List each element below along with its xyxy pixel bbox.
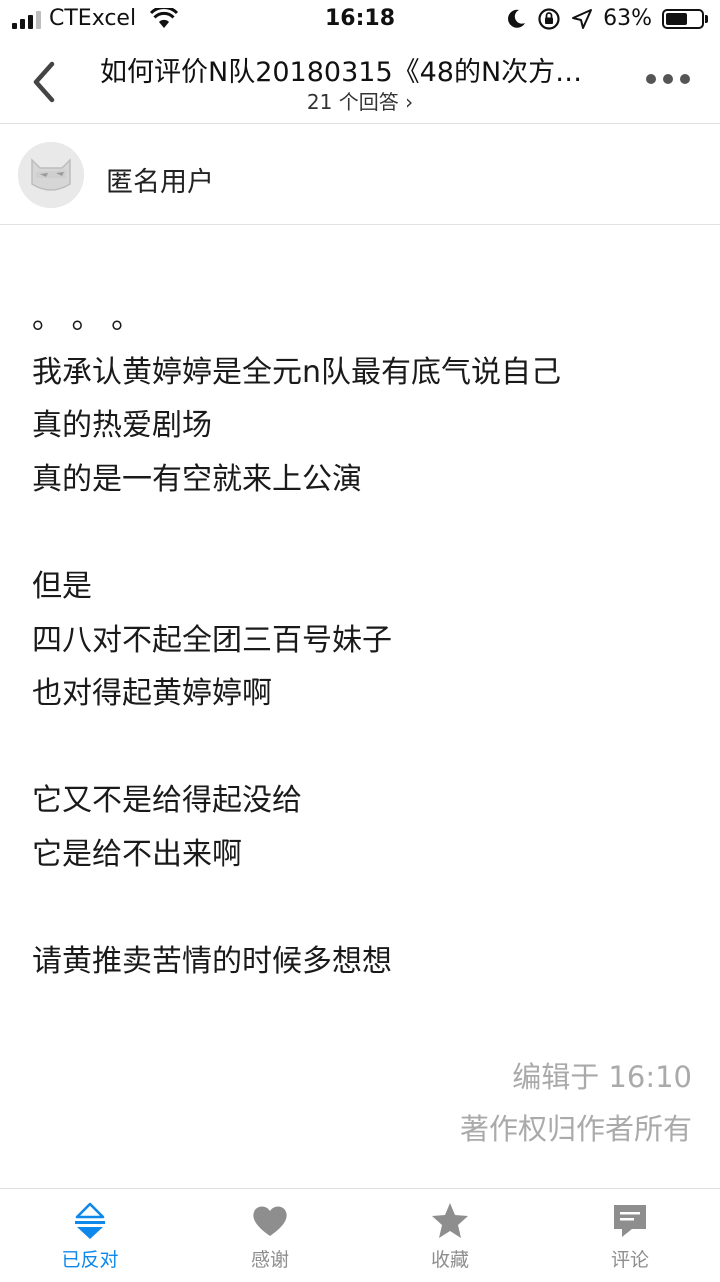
anonymous-avatar[interactable] xyxy=(18,142,84,208)
answer-line: 。 。 。 xyxy=(32,301,142,336)
edited-timestamp: 编辑于 16:10 xyxy=(512,1060,692,1094)
answer-line: 请黄推卖苦情的时候多想想 xyxy=(32,944,392,980)
bottom-action-bar: 已反对 感谢 收藏 评论 xyxy=(0,1188,720,1281)
answer-line xyxy=(32,882,692,936)
status-bar: CTExcel 16:18 63% xyxy=(0,0,720,40)
heart-icon xyxy=(253,1206,287,1236)
author-name[interactable]: 匿名用户 xyxy=(106,160,214,199)
answer-line xyxy=(32,506,692,560)
answer-line: 它是给不出来啊 xyxy=(32,836,242,872)
tab-oppose[interactable]: 已反对 xyxy=(0,1189,180,1282)
author-row[interactable]: 匿名用户 xyxy=(0,124,720,225)
anonymous-mask-icon xyxy=(18,142,84,208)
answer-line: 四八对不起全团三百号妹子 xyxy=(32,622,392,658)
answer-line: 我承认黄婷婷是全元n队最有底气说自己 xyxy=(32,354,562,390)
answer-line: 真的热爱剧场 xyxy=(32,408,212,444)
tab-comment[interactable]: 评论 xyxy=(540,1189,720,1282)
battery-icon xyxy=(662,8,708,29)
answer-line: 但是 xyxy=(32,568,92,604)
tab-label: 已反对 xyxy=(61,1249,119,1271)
tab-collect[interactable]: 收藏 xyxy=(360,1189,540,1282)
answer-line xyxy=(32,721,692,775)
battery-percent: 63% xyxy=(603,6,652,31)
nav-bar: 如何评价N队20180315《48的N次方… 21 个回答 › xyxy=(0,40,720,124)
star-icon xyxy=(432,1203,468,1238)
answer-content: 。 。 。 我承认黄婷婷是全元n队最有底气说自己 真的热爱剧场 真的是一有空就来… xyxy=(32,292,692,989)
answer-line: 也对得起黄婷婷啊 xyxy=(32,676,272,712)
copyright-notice: 著作权归作者所有 xyxy=(459,1112,692,1146)
comment-icon xyxy=(614,1205,646,1237)
tab-label: 收藏 xyxy=(430,1249,469,1271)
more-options-icon[interactable] xyxy=(646,74,690,84)
answer-count-link[interactable]: 21 个回答 › xyxy=(0,86,720,115)
answer-line: 真的是一有空就来上公演 xyxy=(32,461,362,497)
location-arrow-icon xyxy=(572,8,593,29)
moon-icon xyxy=(508,9,526,28)
rotation-lock-icon xyxy=(538,7,560,30)
question-title[interactable]: 如何评价N队20180315《48的N次方… xyxy=(100,50,610,89)
oppose-icon xyxy=(75,1202,105,1239)
tab-label: 感谢 xyxy=(250,1249,289,1271)
answer-line: 它又不是给得起没给 xyxy=(32,783,302,819)
tab-thanks[interactable]: 感谢 xyxy=(180,1189,360,1282)
tab-label: 评论 xyxy=(610,1249,649,1271)
